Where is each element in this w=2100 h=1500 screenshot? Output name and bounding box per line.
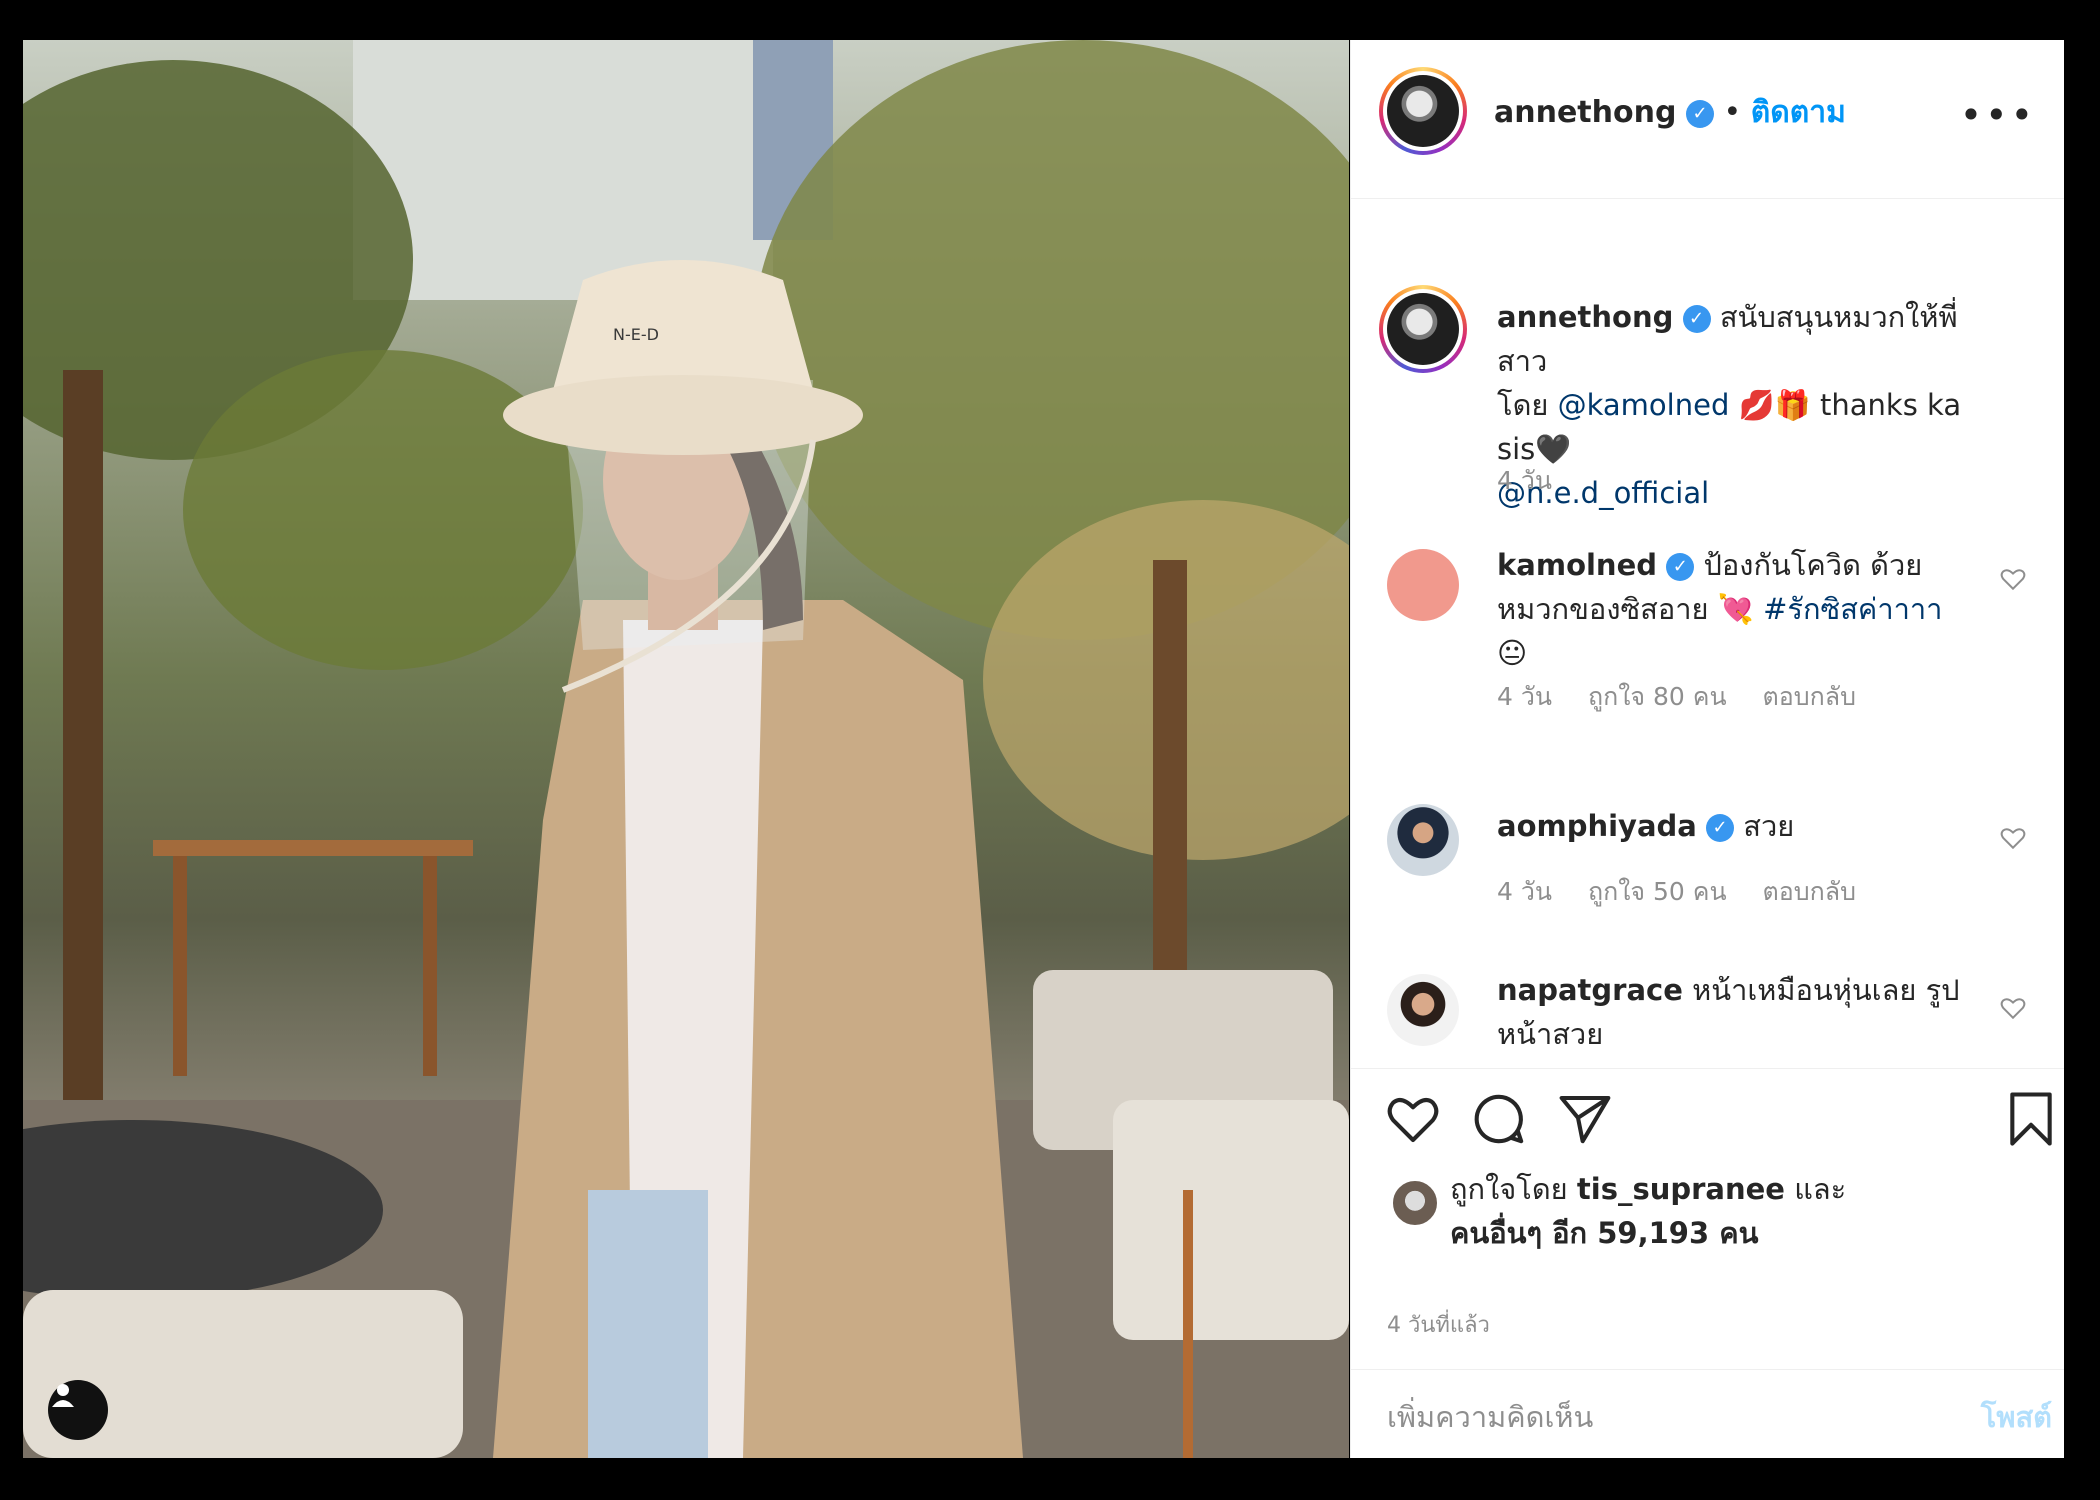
comment-time[interactable]: 4 วัน: [1497, 682, 1552, 711]
bookmark-icon[interactable]: [2003, 1091, 2059, 1147]
comment-like-heart-icon[interactable]: [2000, 567, 2026, 591]
post-header: annethong ✓ • ติดตาม •••: [1351, 40, 2064, 199]
comment-row: kamolned ✓ ป้องกันโควิด ด้วย หมวกของซิสอ…: [1351, 548, 2064, 789]
comment-row: napatgrace หน้าเหมือนหุ่นเลย รูป หน้าสวย: [1351, 973, 2064, 1064]
comment-body: 😐: [1497, 636, 1528, 670]
comment-body: หน้าสวย: [1497, 1017, 1604, 1051]
photo-illustration: N-E-D: [23, 40, 1349, 1458]
header-line: annethong ✓ • ติดตาม: [1494, 93, 1846, 133]
comment-body: หน้าเหมือนหุ่นเลย รูป: [1692, 973, 1960, 1007]
likes-others[interactable]: คนอื่นๆ อีก 59,193 คน: [1450, 1216, 1758, 1250]
comment-row: aomphiyada ✓ สวย 4 วัน ถูกใจ 50 คน ตอบกล…: [1351, 804, 2064, 914]
likes-prefix: ถูกใจโดย: [1450, 1172, 1577, 1206]
comment-likes[interactable]: ถูกใจ 50 คน: [1588, 877, 1727, 906]
caption-avatar[interactable]: [1379, 285, 1467, 373]
comment-meta: 4 วัน ถูกใจ 50 คน ตอบกลับ: [1497, 872, 1884, 912]
user-tag-icon[interactable]: [48, 1380, 108, 1440]
comment-meta: 4 วัน ถูกใจ 80 คน ตอบกลับ: [1497, 677, 1884, 717]
caption-line2-pre: โดย: [1497, 388, 1558, 422]
screenshot-frame: N-E-D annethong ✓ • ติดตาม ••• annethong…: [0, 0, 2100, 1500]
comment-body: ป้องกันโควิด ด้วย: [1703, 548, 1923, 582]
commenter-avatar[interactable]: [1387, 974, 1459, 1046]
share-icon[interactable]: [1557, 1091, 1613, 1147]
caption-meta: 4 วัน: [1497, 461, 1580, 501]
verified-badge-icon: ✓: [1666, 553, 1695, 581]
header-separator: •: [1723, 95, 1742, 130]
liker-avatar[interactable]: [1391, 1179, 1439, 1227]
comment-text: kamolned ✓ ป้องกันโควิด ด้วย หมวกของซิสอ…: [1497, 543, 1997, 675]
caption-username[interactable]: annethong: [1497, 300, 1673, 334]
post-photo[interactable]: N-E-D: [23, 40, 1349, 1458]
comment-body: สวย: [1743, 809, 1795, 843]
follow-button[interactable]: ติดตาม: [1751, 95, 1846, 130]
post-side-panel: annethong ✓ • ติดตาม ••• annethong ✓ สนั: [1350, 40, 2064, 1458]
author-avatar[interactable]: [1379, 67, 1467, 155]
likes-mid: และ: [1784, 1172, 1847, 1206]
comment-likes[interactable]: ถูกใจ 80 คน: [1588, 682, 1727, 711]
post-date[interactable]: 4 วันที่แล้ว: [1387, 1307, 1490, 1342]
svg-text:N-E-D: N-E-D: [613, 325, 659, 344]
add-comment-input[interactable]: เพิ่มความคิดเห็น: [1387, 1394, 1593, 1440]
commenter-avatar[interactable]: [1387, 549, 1459, 621]
comment-icon[interactable]: [1471, 1091, 1527, 1147]
post-actions: ถูกใจโดย tis_supranee และ คนอื่นๆ อีก 59…: [1351, 1068, 2064, 1459]
add-comment-bar: เพิ่มความคิดเห็น โพสต์: [1351, 1369, 2064, 1460]
comment-username[interactable]: aomphiyada: [1497, 809, 1697, 843]
liker-username[interactable]: tis_supranee: [1577, 1172, 1785, 1206]
comment-like-heart-icon[interactable]: [2000, 996, 2026, 1020]
caption-time[interactable]: 4 วัน: [1497, 466, 1552, 495]
more-options-icon[interactable]: •••: [1960, 96, 2036, 134]
comment-username[interactable]: napatgrace: [1497, 973, 1683, 1007]
reply-button[interactable]: ตอบกลับ: [1763, 682, 1856, 711]
comment-username[interactable]: kamolned: [1497, 548, 1657, 582]
comment-like-heart-icon[interactable]: [2000, 826, 2026, 850]
verified-badge-icon: ✓: [1706, 814, 1735, 842]
author-username[interactable]: annethong: [1494, 95, 1676, 130]
post-comment-button[interactable]: โพสต์: [1981, 1394, 2052, 1440]
comment-text: napatgrace หน้าเหมือนหุ่นเลย รูป หน้าสวย: [1497, 968, 1997, 1056]
likes-summary[interactable]: ถูกใจโดย tis_supranee และ คนอื่นๆ อีก 59…: [1450, 1167, 1970, 1255]
heart-icon[interactable]: [1385, 1091, 1441, 1147]
verified-badge-icon: ✓: [1682, 305, 1711, 333]
hashtag-link[interactable]: #รักซิสค่าาาา: [1763, 592, 1942, 626]
comment-body: หมวกของซิสอาย 💘: [1497, 592, 1764, 626]
reply-button[interactable]: ตอบกลับ: [1763, 877, 1856, 906]
comment-time[interactable]: 4 วัน: [1497, 877, 1552, 906]
mention-link[interactable]: @kamolned: [1558, 388, 1730, 422]
comment-text: aomphiyada ✓ สวย: [1497, 804, 1997, 848]
verified-badge-icon: ✓: [1686, 99, 1714, 128]
comments-list[interactable]: annethong ✓ สนับสนุนหมวกให้พี่สาว โดย @k…: [1351, 199, 2064, 1067]
caption-row: annethong ✓ สนับสนุนหมวกให้พี่สาว โดย @k…: [1351, 199, 2064, 510]
commenter-avatar[interactable]: [1387, 804, 1459, 876]
